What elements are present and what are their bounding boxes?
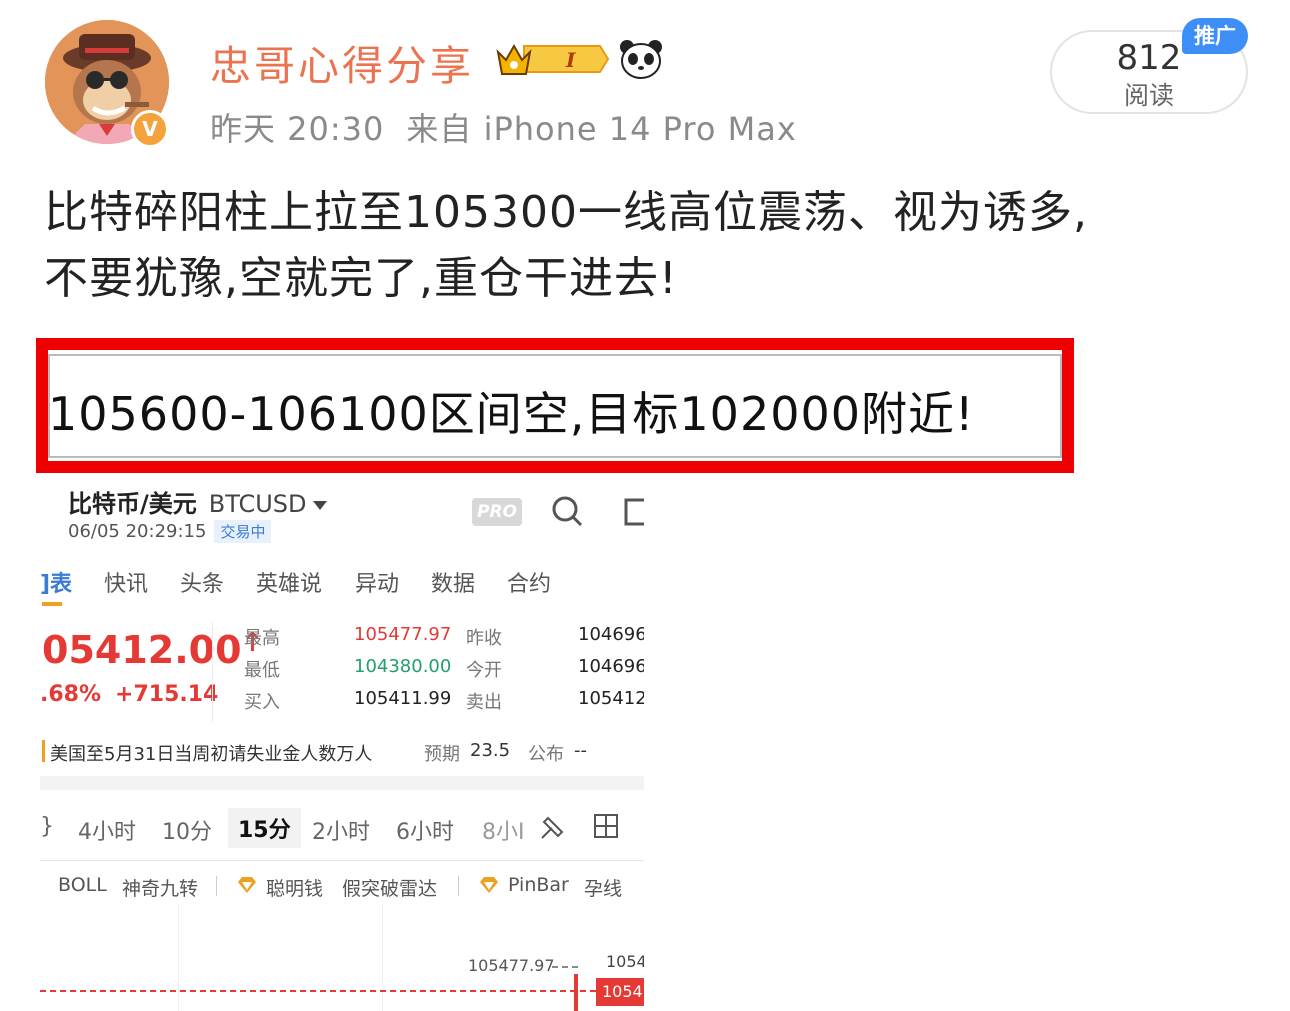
news-accent-bar <box>42 740 45 762</box>
search-icon <box>552 496 583 527</box>
tab-flash: 快讯 <box>104 572 149 597</box>
stat-high-value: 105477.97 <box>354 624 452 645</box>
interval-4h[interactable]: 4小时 <box>78 814 136 846</box>
news-publish-value: -- <box>574 740 587 761</box>
change-absolute: +715.14 <box>115 682 219 707</box>
news-text: 美国至5月31日当周初请失业金人数万人 <box>50 744 373 765</box>
level-badge-text: I <box>565 48 576 72</box>
news-ticker[interactable]: 美国至5月31日当周初请失业金人数万人 预期 23.5 公布 -- <box>40 736 644 768</box>
verified-badge-icon: V <box>131 110 169 148</box>
active-tab-indicator <box>42 602 62 606</box>
divider <box>40 860 644 861</box>
interval-8h[interactable]: 8小I <box>482 814 525 846</box>
last-price: 05412.00↑ <box>42 628 263 672</box>
stat-bid-value: 105411.99 <box>354 688 452 709</box>
read-label: 阅读 <box>1123 81 1174 110</box>
pro-badge: PRO <box>472 498 522 526</box>
price-chart[interactable]: 105477.97 1054 1054 <box>40 904 644 1011</box>
divider <box>458 876 459 896</box>
stat-low-label: 最低 <box>244 660 280 681</box>
quote-tabs: ]表 快讯 头条 英雄说 异动 数据 合约 <box>40 566 644 606</box>
post-meta: 昨天 20:30 来自 iPhone 14 Pro Max <box>210 104 819 150</box>
post-source: 来自 iPhone 14 Pro Max <box>406 110 797 148</box>
change-percent: .68% <box>40 682 102 707</box>
chart-gridline <box>382 904 383 1011</box>
tab-quote: ]表 <box>40 572 73 597</box>
indicator-bar: BOLL 神奇九转 聪明钱 假突破雷达 PinBar 孕线 <box>40 870 644 904</box>
interval-partial[interactable]: } <box>40 814 54 839</box>
interval-15m[interactable]: 15分 <box>228 808 301 848</box>
price-change: .68% +715.14 <box>40 682 232 707</box>
divider <box>212 622 213 722</box>
stat-high-label: 最高 <box>244 628 280 649</box>
current-price-line <box>40 990 596 992</box>
indicator-boll[interactable]: BOLL <box>58 874 107 896</box>
quote-screenshot[interactable]: 比特币/美元 BTCUSD 06/05 20:29:15 交易中 PRO ]表 快讯… <box>40 478 644 1011</box>
quote-name: 比特币/美元 <box>68 490 197 518</box>
divider <box>216 876 217 896</box>
tab-data: 数据 <box>431 572 476 597</box>
stat-prev-close-value: 104696. <box>578 624 644 645</box>
quote-title: 比特币/美元 BTCUSD <box>68 484 327 519</box>
stat-open-value: 104696. <box>578 656 644 677</box>
promo-badge: 推广 <box>1182 18 1248 54</box>
tab-heroes: 英雄说 <box>256 572 323 597</box>
news-publish-label: 公布 <box>528 744 564 765</box>
draw-tool-icon[interactable] <box>538 812 568 842</box>
tab-headlines: 头条 <box>180 572 225 597</box>
tab-contracts: 合约 <box>507 572 552 597</box>
stat-ask-label: 卖出 <box>466 692 502 713</box>
news-expect-label: 预期 <box>424 744 460 765</box>
chart-gridline <box>178 904 179 1011</box>
indicator-smart-money[interactable]: 聪明钱 <box>266 874 323 901</box>
panda-icon <box>620 40 662 79</box>
interval-6h[interactable]: 6小时 <box>396 814 454 846</box>
vip-crown-badge-icon[interactable]: I <box>494 38 610 80</box>
news-expect-value: 23.5 <box>470 740 511 761</box>
stat-bid-label: 买入 <box>244 692 280 713</box>
post-time: 昨天 20:30 <box>210 110 385 148</box>
diamond-icon <box>480 877 498 893</box>
author-name[interactable]: 忠哥心得分享 <box>210 32 474 92</box>
edit-icon <box>624 498 644 526</box>
chart-high-marker <box>552 966 578 968</box>
indicator-td9[interactable]: 神奇九转 <box>122 874 198 901</box>
stat-open-label: 今开 <box>466 660 502 681</box>
tab-movers: 异动 <box>355 572 400 597</box>
indicator-pinbar[interactable]: PinBar <box>508 874 569 896</box>
grid-layout-icon[interactable] <box>592 812 620 840</box>
diamond-icon <box>238 877 256 893</box>
chart-candle <box>574 974 578 1011</box>
stat-low-value: 104380.00 <box>354 656 452 677</box>
highlight-text: 105600-106100区间空,目标102000附近! <box>48 387 975 441</box>
chart-axis-label: 1054 <box>606 952 644 971</box>
interval-10m[interactable]: 10分 <box>162 814 212 846</box>
indicator-harami[interactable]: 孕线 <box>584 874 622 901</box>
post-text-line-1: 比特碎阳柱上拉至105300一线高位震荡、视为诱多, <box>44 187 1088 238</box>
interval-2h[interactable]: 2小时 <box>312 814 370 846</box>
stat-ask-value: 105412. <box>578 688 644 709</box>
trading-status-badge: 交易中 <box>214 520 272 543</box>
quote-datetime: 06/05 20:29:15 <box>68 521 207 542</box>
section-separator <box>40 776 644 790</box>
chart-high-label: 105477.97 <box>468 956 555 975</box>
post-text-line-2: 不要犹豫,空就完了,重仓干进去! <box>44 253 678 304</box>
stat-prev-close-label: 昨收 <box>466 628 502 649</box>
chevron-down-icon <box>312 500 327 510</box>
indicator-false-breakout[interactable]: 假突破雷达 <box>342 874 437 901</box>
post-text: 比特碎阳柱上拉至105300一线高位震荡、视为诱多, 不要犹豫,空就完了,重仓干… <box>44 180 1244 312</box>
interval-selector: } 4小时 10分 15分 2小时 6小时 8小I <box>40 808 644 852</box>
quote-datetime-row: 06/05 20:29:15 交易中 <box>68 520 272 543</box>
quote-symbol: BTCUSD <box>208 490 307 518</box>
current-price-tag: 1054 <box>596 978 644 1006</box>
